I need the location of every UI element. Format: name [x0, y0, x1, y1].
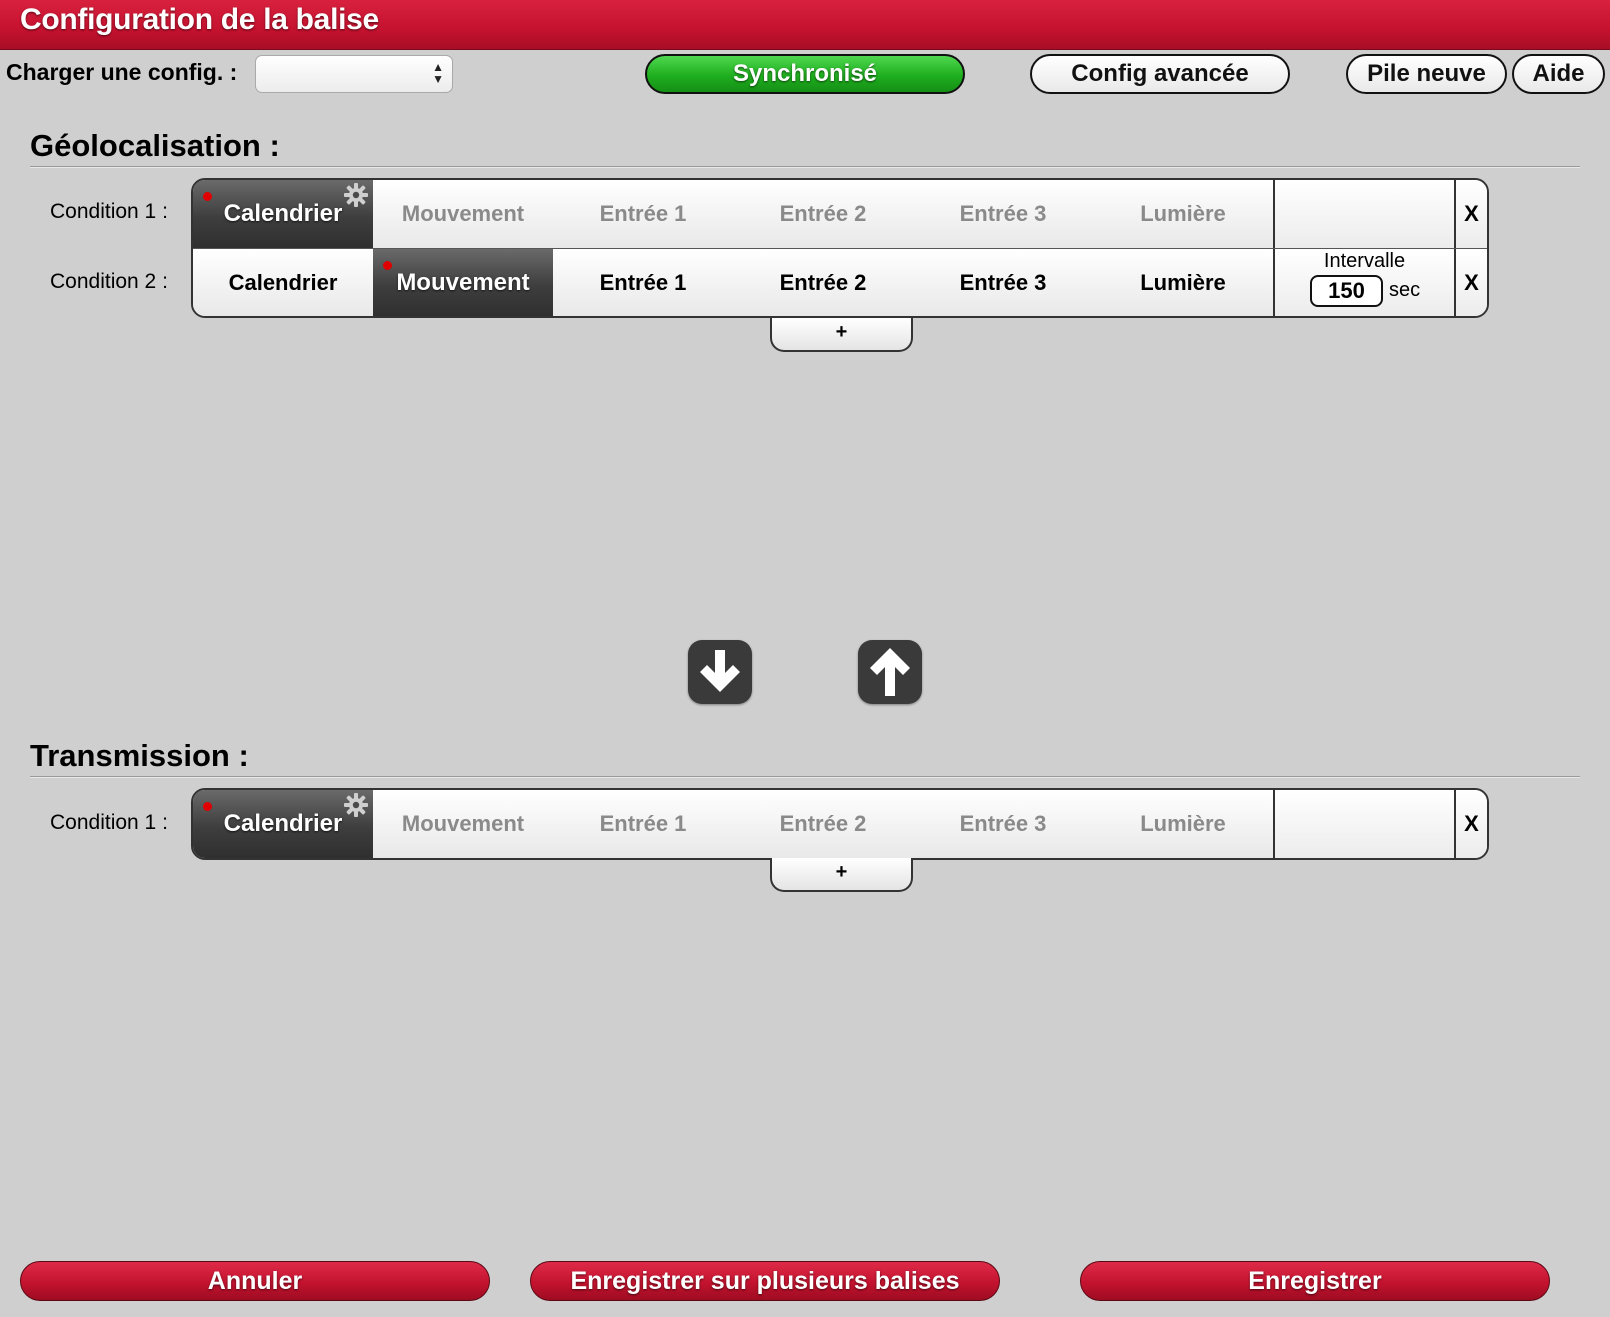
active-indicator-dot — [203, 192, 212, 201]
geolocation-divider — [30, 166, 1580, 167]
move-down-button[interactable] — [688, 640, 752, 704]
tx-c1-option-input-2[interactable]: Entrée 2 — [733, 790, 913, 858]
tx-c1-option-input-1[interactable]: Entrée 1 — [553, 790, 733, 858]
save-button[interactable]: Enregistrer — [1080, 1261, 1550, 1301]
geo-add-condition-button[interactable]: + — [770, 318, 913, 352]
tx-c1-option-movement[interactable]: Mouvement — [373, 790, 553, 858]
load-config-select[interactable]: ▲ ▼ — [255, 55, 453, 93]
geo-c1-option-input-2[interactable]: Entrée 2 — [733, 180, 913, 248]
synchronized-button[interactable]: Synchronisé — [645, 54, 965, 94]
title-bar: Configuration de la balise — [0, 0, 1610, 50]
option-label: Calendrier — [223, 200, 343, 227]
option-label: Entrée 1 — [599, 811, 687, 836]
tx-c1-remove-button[interactable]: X — [1454, 790, 1487, 858]
option-label: Calendrier — [223, 810, 343, 837]
geo-c2-option-calendar[interactable]: Calendrier — [193, 249, 373, 316]
tx-c1-option-light[interactable]: Lumière — [1093, 790, 1273, 858]
geo-condition-2-label: Condition 2 : — [50, 270, 168, 293]
help-button[interactable]: Aide — [1512, 54, 1605, 94]
interval-label: Intervalle — [1323, 250, 1406, 272]
geo-condition-2-row: Calendrier Mouvement Entrée 1 Entrée 2 E… — [193, 248, 1487, 316]
active-indicator-dot — [203, 802, 212, 811]
option-label: Mouvement — [401, 201, 525, 226]
option-label: Calendrier — [228, 269, 338, 295]
transmission-title: Transmission : — [30, 738, 249, 773]
option-label: Entrée 2 — [779, 811, 867, 836]
geolocation-conditions-panel: Calendrier Mouvement Entrée 1 Entrée 2 E… — [191, 178, 1489, 318]
tx-condition-1-row: Calendrier Mouvement Entrée 1 Entrée 2 E… — [193, 790, 1487, 858]
option-label: Entrée 1 — [599, 269, 687, 295]
geo-c2-option-input-1[interactable]: Entrée 1 — [553, 249, 733, 316]
geo-c1-option-light[interactable]: Lumière — [1093, 180, 1273, 248]
option-label: Lumière — [1140, 269, 1226, 295]
cancel-button[interactable]: Annuler — [20, 1261, 490, 1301]
option-label: Entrée 3 — [959, 201, 1047, 226]
option-label: Lumière — [1140, 201, 1226, 226]
geo-c2-interval-settings: Intervalle 150 sec — [1273, 249, 1454, 316]
geo-c1-option-movement[interactable]: Mouvement — [373, 180, 553, 248]
page-title: Configuration de la balise — [20, 3, 379, 36]
option-label: Entrée 3 — [959, 269, 1047, 295]
option-label: Entrée 3 — [959, 811, 1047, 836]
interval-unit: sec — [1389, 279, 1421, 301]
geo-c2-option-input-3[interactable]: Entrée 3 — [913, 249, 1093, 316]
transmission-conditions-panel: Calendrier Mouvement Entrée 1 Entrée 2 E… — [191, 788, 1489, 860]
new-battery-button[interactable]: Pile neuve — [1346, 54, 1507, 94]
tx-c1-option-calendar[interactable]: Calendrier — [193, 790, 373, 858]
geo-condition-1-row: Calendrier Mouvement Entrée 1 Entrée 2 E… — [193, 180, 1487, 248]
select-arrows-icon: ▲ ▼ — [432, 60, 444, 86]
geolocation-title: Géolocalisation : — [30, 128, 280, 163]
option-label: Lumière — [1140, 811, 1226, 836]
tx-c1-option-input-3[interactable]: Entrée 3 — [913, 790, 1093, 858]
advanced-config-button[interactable]: Config avancée — [1030, 54, 1290, 94]
move-up-button[interactable] — [858, 640, 922, 704]
tx-condition-1-label: Condition 1 : — [50, 811, 168, 834]
interval-input[interactable]: 150 — [1310, 275, 1383, 307]
geo-c2-option-input-2[interactable]: Entrée 2 — [733, 249, 913, 316]
tx-c1-extra-settings — [1273, 790, 1454, 858]
geo-c2-option-light[interactable]: Lumière — [1093, 249, 1273, 316]
geo-c2-remove-button[interactable]: X — [1454, 249, 1487, 316]
geo-c2-option-movement[interactable]: Mouvement — [373, 249, 553, 316]
option-label: Entrée 1 — [599, 201, 687, 226]
geo-c1-option-input-1[interactable]: Entrée 1 — [553, 180, 733, 248]
geo-condition-1-label: Condition 1 : — [50, 200, 168, 223]
gear-icon[interactable] — [343, 792, 369, 818]
geo-c1-remove-button[interactable]: X — [1454, 180, 1487, 248]
geo-c1-option-calendar[interactable]: Calendrier — [193, 180, 373, 248]
arrow-up-icon — [870, 648, 910, 696]
option-label: Mouvement — [396, 268, 530, 296]
tx-add-condition-button[interactable]: + — [770, 858, 913, 892]
geo-c1-option-input-3[interactable]: Entrée 3 — [913, 180, 1093, 248]
load-config-label: Charger une config. : — [6, 59, 238, 85]
geo-c1-extra-settings — [1273, 180, 1454, 248]
gear-icon[interactable] — [343, 182, 369, 208]
option-label: Entrée 2 — [779, 201, 867, 226]
arrow-down-icon — [700, 650, 740, 692]
transmission-divider — [30, 776, 1580, 777]
option-label: Entrée 2 — [779, 269, 867, 295]
active-indicator-dot — [383, 261, 392, 270]
option-label: Mouvement — [401, 811, 525, 836]
save-multiple-beacons-button[interactable]: Enregistrer sur plusieurs balises — [530, 1261, 1000, 1301]
